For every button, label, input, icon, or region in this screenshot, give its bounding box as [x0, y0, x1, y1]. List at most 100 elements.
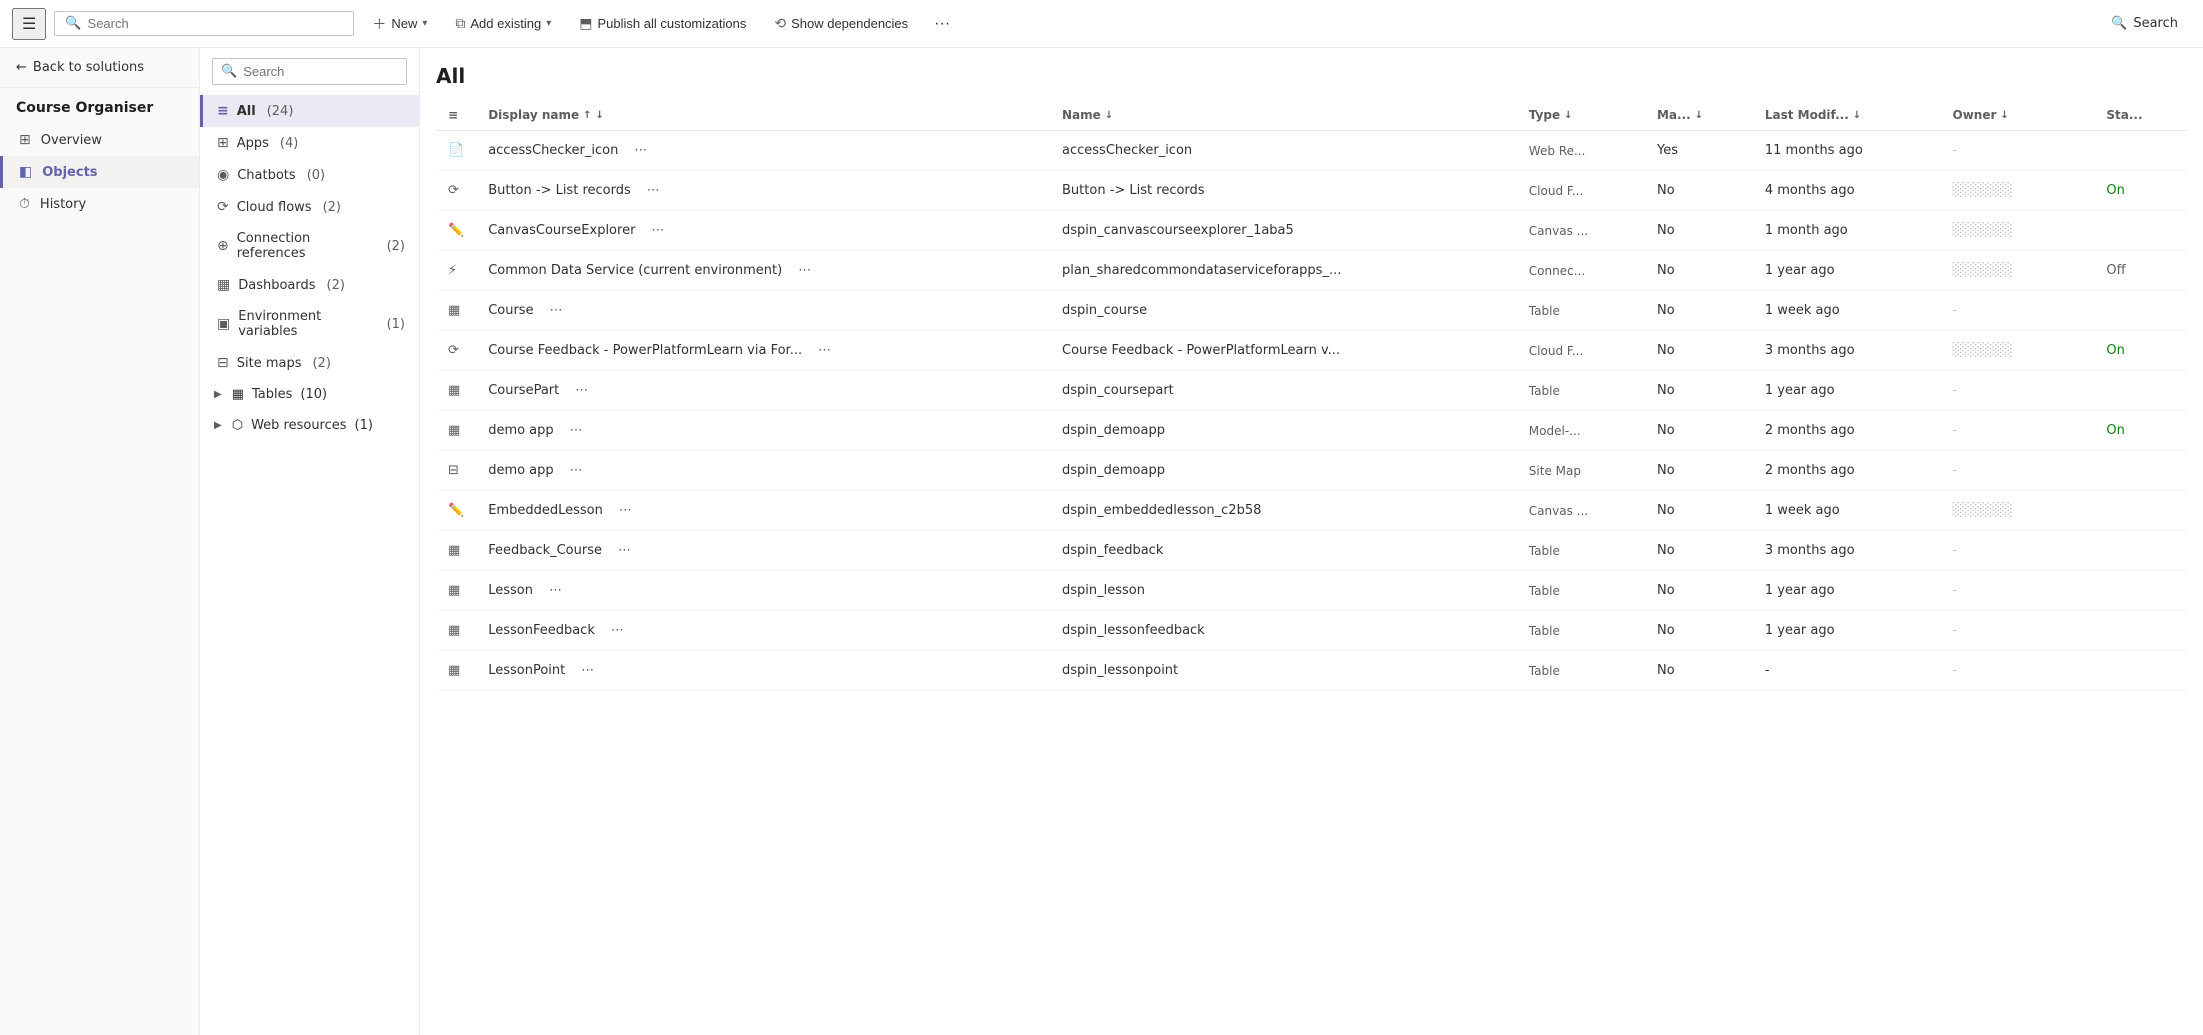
- table-row[interactable]: 📄 accessChecker_icon ⋯ accessChecker_ico…: [436, 131, 2187, 171]
- table-row[interactable]: ▦ LessonPoint ⋯ dspin_lessonpoint Table …: [436, 651, 2187, 691]
- table-row[interactable]: ⟳ Button -> List records ⋯ Button -> Lis…: [436, 171, 2187, 211]
- new-button[interactable]: ＋ New ▾: [362, 9, 437, 39]
- row-type-icon: ✏️: [448, 503, 464, 518]
- show-dependencies-button[interactable]: ⟲ Show dependencies: [764, 10, 918, 37]
- row-display-name-cell: accessChecker_icon ⋯: [476, 131, 1050, 171]
- row-more-button[interactable]: ⋯: [605, 621, 630, 640]
- row-name-cell: Button -> List records: [1050, 171, 1517, 211]
- left-panel-search-box[interactable]: 🔍: [212, 58, 407, 85]
- th-display-name[interactable]: Display name ↑ ↓: [476, 100, 1050, 131]
- row-status-cell: [2094, 651, 2187, 691]
- row-type-icon: ▦: [448, 663, 460, 678]
- left-panel-item-dashboards[interactable]: ▦ Dashboards (2): [200, 269, 419, 301]
- table-row[interactable]: ⊟ demo app ⋯ dspin_demoapp Site Map No 2…: [436, 451, 2187, 491]
- sidebar-item-objects[interactable]: ◧ Objects: [0, 156, 199, 188]
- managed-sort-icon: ↓: [1695, 110, 1703, 121]
- row-type-cell: Cloud F...: [1517, 171, 1645, 211]
- right-search-button[interactable]: 🔍 Search: [2098, 10, 2191, 37]
- row-display-name: Lesson: [488, 583, 533, 598]
- left-panel-item-cloud-flows[interactable]: ⟳ Cloud flows (2): [200, 191, 419, 223]
- publish-icon: ⬒: [579, 15, 592, 32]
- table-row[interactable]: ⚡ Common Data Service (current environme…: [436, 251, 2187, 291]
- row-modified-cell: 4 months ago: [1753, 171, 1941, 211]
- row-more-button[interactable]: ⋯: [612, 541, 637, 560]
- row-display-name-cell: Button -> List records ⋯: [476, 171, 1050, 211]
- table-row[interactable]: ✏️ EmbeddedLesson ⋯ dspin_embeddedlesson…: [436, 491, 2187, 531]
- table-row[interactable]: ✏️ CanvasCourseExplorer ⋯ dspin_canvasco…: [436, 211, 2187, 251]
- row-more-button[interactable]: ⋯: [564, 461, 589, 480]
- row-display-name: demo app: [488, 463, 553, 478]
- left-panel-item-chatbots[interactable]: ◉ Chatbots (0): [200, 159, 419, 191]
- row-status-cell: [2094, 131, 2187, 171]
- row-display-name-cell: demo app ⋯: [476, 451, 1050, 491]
- row-managed-cell: No: [1645, 291, 1753, 331]
- left-panel-item-all[interactable]: ≡ All (24): [200, 95, 419, 127]
- row-modified-cell: 1 year ago: [1753, 251, 1941, 291]
- back-to-solutions-link[interactable]: ← Back to solutions: [0, 48, 199, 88]
- left-panel-item-apps[interactable]: ⊞ Apps (4): [200, 127, 419, 159]
- sidebar-item-history[interactable]: ⏱ History: [0, 188, 199, 220]
- row-type-icon: ⟳: [448, 343, 459, 358]
- row-more-button[interactable]: ⋯: [792, 261, 817, 280]
- row-more-button[interactable]: ⋯: [544, 301, 569, 320]
- toolbar-more-button[interactable]: ···: [926, 10, 958, 38]
- table-row[interactable]: ▦ Feedback_Course ⋯ dspin_feedback Table…: [436, 531, 2187, 571]
- row-more-button[interactable]: ⋯: [564, 421, 589, 440]
- left-panel-item-env-variables[interactable]: ▣ Environment variables (1): [200, 301, 419, 347]
- cloud-flows-icon: ⟳: [217, 199, 229, 215]
- top-search-box[interactable]: 🔍: [54, 11, 354, 36]
- row-type-icon: ⟳: [448, 183, 459, 198]
- row-more-button[interactable]: ⋯: [613, 501, 638, 520]
- row-more-button[interactable]: ⋯: [812, 341, 837, 360]
- table-row[interactable]: ▦ Course ⋯ dspin_course Table No 1 week …: [436, 291, 2187, 331]
- table-row[interactable]: ▦ demo app ⋯ dspin_demoapp Model-... No …: [436, 411, 2187, 451]
- row-more-button[interactable]: ⋯: [543, 581, 568, 600]
- th-modified[interactable]: Last Modif... ↓: [1753, 100, 1941, 131]
- table-row[interactable]: ▦ CoursePart ⋯ dspin_coursepart Table No…: [436, 371, 2187, 411]
- th-name[interactable]: Name ↓: [1050, 100, 1517, 131]
- row-type-icon: ▦: [448, 383, 460, 398]
- th-type[interactable]: Type ↓: [1517, 100, 1645, 131]
- sidebar-item-overview[interactable]: ⊞ Overview: [0, 124, 199, 156]
- dependencies-icon: ⟲: [774, 15, 786, 32]
- add-existing-button[interactable]: ⧉ Add existing ▾: [445, 10, 561, 37]
- th-managed[interactable]: Ma... ↓: [1645, 100, 1753, 131]
- objects-table: ≡ Display name ↑ ↓ Name: [436, 100, 2187, 691]
- publish-button[interactable]: ⬒ Publish all customizations: [569, 10, 756, 37]
- left-panel-item-connection-references[interactable]: ⊕ Connection references (2): [200, 223, 419, 269]
- modified-sort-icon: ↓: [1853, 110, 1861, 121]
- th-selector[interactable]: ≡: [436, 100, 476, 131]
- left-panel-item-tables[interactable]: ▶ ▦ Tables (10): [200, 379, 419, 410]
- left-panel-search-input[interactable]: [243, 64, 398, 79]
- row-modified-cell: 3 months ago: [1753, 331, 1941, 371]
- add-existing-chevron-icon: ▾: [546, 18, 551, 29]
- table-row[interactable]: ▦ Lesson ⋯ dspin_lesson Table No 1 year …: [436, 571, 2187, 611]
- row-more-button[interactable]: ⋯: [569, 381, 594, 400]
- left-panel-item-site-maps[interactable]: ⊟ Site maps (2): [200, 347, 419, 379]
- row-display-name-cell: EmbeddedLesson ⋯: [476, 491, 1050, 531]
- row-more-button[interactable]: ⋯: [645, 221, 670, 240]
- row-more-button[interactable]: ⋯: [575, 661, 600, 680]
- select-all-icon: ≡: [448, 108, 458, 122]
- table-body: 📄 accessChecker_icon ⋯ accessChecker_ico…: [436, 131, 2187, 691]
- row-status-cell: On: [2094, 411, 2187, 451]
- row-display-name-cell: Lesson ⋯: [476, 571, 1050, 611]
- row-managed-cell: No: [1645, 531, 1753, 571]
- table-row[interactable]: ▦ LessonFeedback ⋯ dspin_lessonfeedback …: [436, 611, 2187, 651]
- tables-icon: ▦: [232, 387, 244, 402]
- hamburger-menu-button[interactable]: ☰: [12, 8, 46, 40]
- th-owner[interactable]: Owner ↓: [1941, 100, 2095, 131]
- row-type-cell: Table: [1517, 651, 1645, 691]
- th-status[interactable]: Sta...: [2094, 100, 2187, 131]
- row-more-button[interactable]: ⋯: [628, 141, 653, 160]
- left-panel-item-web-resources[interactable]: ▶ ⬡ Web resources (1): [200, 410, 419, 441]
- table-container: All ≡ Display name ↑ ↓: [420, 48, 2203, 691]
- row-more-button[interactable]: ⋯: [641, 181, 666, 200]
- table-row[interactable]: ⟳ Course Feedback - PowerPlatformLearn v…: [436, 331, 2187, 371]
- row-owner-cell: ░░░░░░: [1941, 331, 2095, 371]
- row-owner-cell: -: [1941, 371, 2095, 411]
- row-type-icon: ▦: [448, 303, 460, 318]
- row-display-name-cell: CanvasCourseExplorer ⋯: [476, 211, 1050, 251]
- top-search-input[interactable]: [88, 16, 344, 31]
- row-name-cell: dspin_embeddedlesson_c2b58: [1050, 491, 1517, 531]
